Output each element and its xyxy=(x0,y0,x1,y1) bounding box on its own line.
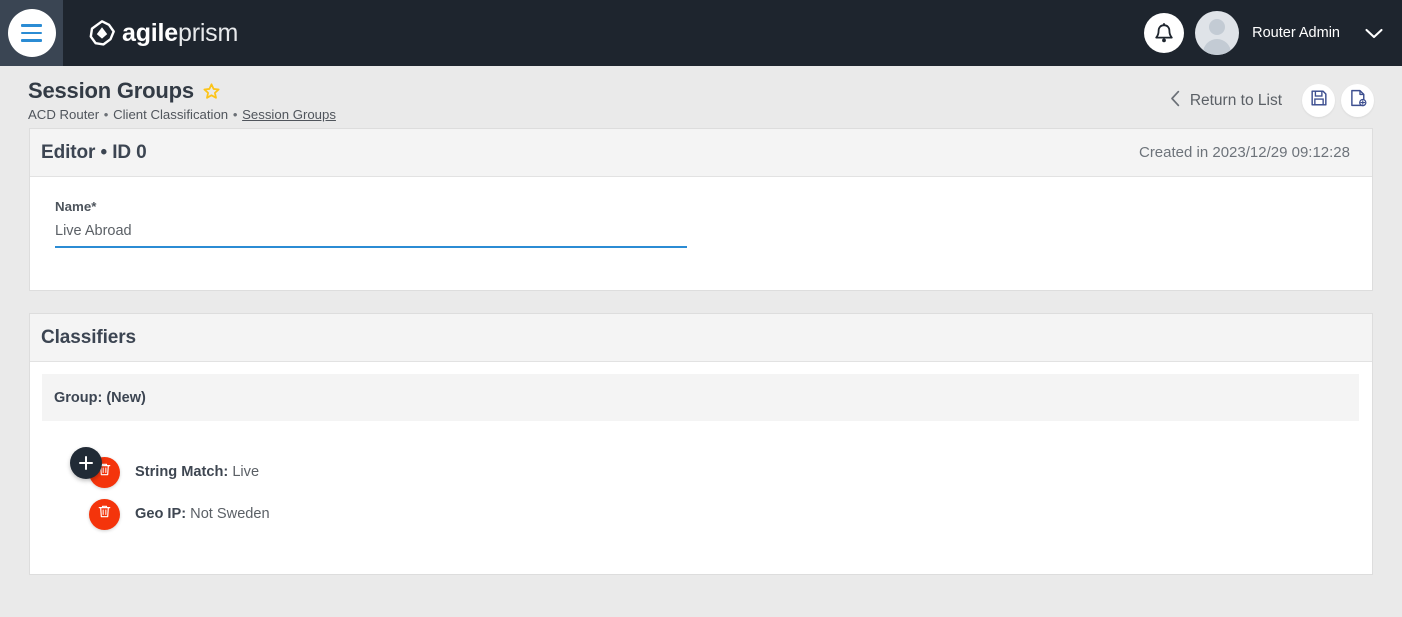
editor-heading: Editor • ID 0 xyxy=(41,141,147,163)
breadcrumb-root[interactable]: ACD Router xyxy=(28,107,99,122)
page-title: Session Groups xyxy=(28,78,194,103)
classifier-value: Not Sweden xyxy=(190,506,270,522)
plus-icon xyxy=(84,456,88,470)
brand-name-bold: agile xyxy=(122,18,178,47)
classifier-type: Geo IP: xyxy=(135,506,187,522)
header-right-cluster: Router Admin xyxy=(1144,11,1402,55)
classifier-type: String Match: xyxy=(135,464,229,480)
page-action-bar: Return to List xyxy=(1170,84,1374,117)
save-as-new-button[interactable] xyxy=(1341,84,1374,117)
classifier-value: Live xyxy=(232,464,260,480)
breadcrumb-middle[interactable]: Client Classification xyxy=(113,107,228,122)
hamburger-bar xyxy=(21,39,42,42)
bell-icon[interactable] xyxy=(1144,13,1185,53)
required-mark: * xyxy=(91,199,97,214)
classifiers-panel-header: Classifiers xyxy=(30,313,1372,362)
created-timestamp: Created in 2023/12/29 09:12:28 xyxy=(1138,144,1350,161)
save-as-document-icon xyxy=(1349,89,1367,112)
chevron-left-icon xyxy=(1170,90,1181,112)
classifier-row: String Match: Live xyxy=(30,451,1372,493)
save-button[interactable] xyxy=(1302,84,1335,117)
star-icon[interactable] xyxy=(203,82,220,100)
brand-name-light: prism xyxy=(177,18,239,47)
classifier-description: Geo IP: Not Sweden xyxy=(135,506,270,522)
classifiers-panel: Classifiers Group: (New) String Match: L… xyxy=(29,313,1373,575)
breadcrumb-current[interactable]: Session Groups xyxy=(242,107,336,122)
avatar-head xyxy=(1209,19,1226,35)
name-field-label: Name* xyxy=(55,199,1372,214)
username-label[interactable]: Router Admin xyxy=(1252,25,1340,41)
save-floppy-icon xyxy=(1310,89,1328,112)
brand-text: agileprism xyxy=(122,18,239,47)
editor-form: Name* xyxy=(30,177,1372,290)
main-content: Editor • ID 0 Created in 2023/12/29 09:1… xyxy=(0,128,1402,575)
hamburger-menu-icon[interactable] xyxy=(7,9,56,57)
sidebar-toggle-area xyxy=(0,0,63,66)
agileprism-logo-icon xyxy=(89,20,115,46)
breadcrumb-separator: • xyxy=(103,107,109,122)
hamburger-bar xyxy=(21,24,42,27)
classifier-row: Geo IP: Not Sweden xyxy=(30,493,1372,535)
user-avatar-icon[interactable] xyxy=(1195,11,1240,55)
classifier-list: String Match: Live Geo IP: Not Sweden xyxy=(30,421,1372,535)
editor-panel: Editor • ID 0 Created in 2023/12/29 09:1… xyxy=(29,128,1373,291)
hamburger-bar xyxy=(21,31,42,35)
panel-spacer xyxy=(29,291,1373,313)
page-header-bar: Session Groups ACD Router • Client Class… xyxy=(0,66,1402,128)
classifiers-body: Group: (New) String Match: Live Geo IP: … xyxy=(30,362,1372,574)
name-label-text: Name xyxy=(55,199,92,214)
avatar-body xyxy=(1203,39,1232,55)
return-to-list-button[interactable]: Return to List xyxy=(1170,90,1282,112)
return-to-list-label: Return to List xyxy=(1189,91,1282,109)
app-header: agileprism Router Admin xyxy=(0,0,1402,66)
brand-logo-link[interactable]: agileprism xyxy=(89,20,238,46)
add-classifier-button[interactable] xyxy=(70,447,102,479)
delete-classifier-button[interactable] xyxy=(89,498,120,530)
trash-icon xyxy=(97,504,112,524)
breadcrumb-separator: • xyxy=(232,107,238,122)
classifier-group-header[interactable]: Group: (New) xyxy=(42,374,1359,421)
classifiers-heading: Classifiers xyxy=(41,326,137,348)
classifier-description: String Match: Live xyxy=(135,464,259,480)
editor-panel-header: Editor • ID 0 Created in 2023/12/29 09:1… xyxy=(30,128,1372,177)
chevron-down-icon[interactable] xyxy=(1364,27,1384,40)
classifier-group-label: Group: (New) xyxy=(54,389,146,406)
name-input[interactable] xyxy=(55,223,687,248)
